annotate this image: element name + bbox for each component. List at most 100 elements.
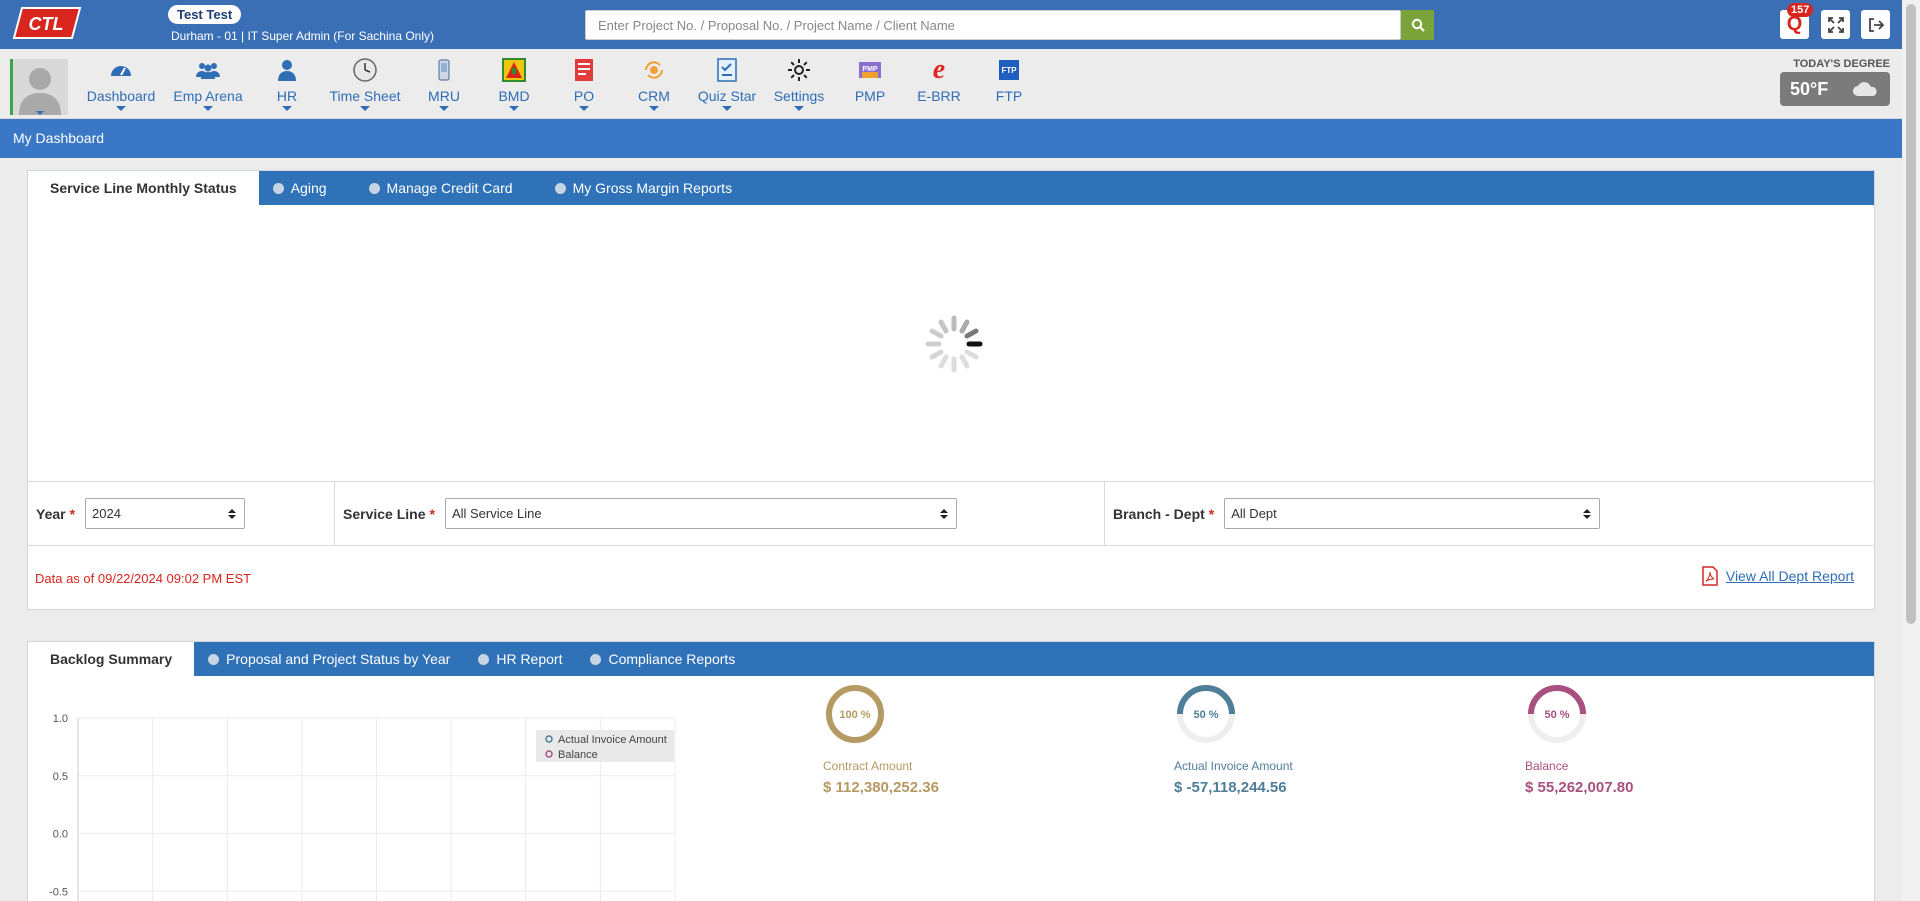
default-user-icon bbox=[19, 68, 61, 115]
radio-dot-icon bbox=[554, 182, 566, 194]
view-all-dept-report[interactable]: View All Dept Report bbox=[1702, 566, 1854, 586]
data-as-of-text: Data as of 09/22/2024 09:02 PM EST bbox=[35, 571, 252, 586]
radio-dot-icon bbox=[208, 653, 220, 665]
kpi-value: $ 55,262,007.80 bbox=[1525, 779, 1634, 796]
loading-spinner-icon bbox=[925, 315, 983, 373]
backlog-panel: Backlog Summary Proposal and Project Sta… bbox=[27, 641, 1875, 901]
tab-service-line-monthly-status[interactable]: Service Line Monthly Status bbox=[28, 171, 259, 205]
weather-temperature: 50°F bbox=[1790, 78, 1829, 99]
status-row: Data as of 09/22/2024 09:02 PM EST View … bbox=[28, 545, 1874, 609]
service-line-label: Service Line bbox=[343, 505, 426, 522]
year-label: Year bbox=[36, 505, 66, 522]
svg-text:PMP: PMP bbox=[862, 66, 878, 73]
tab-hr-report[interactable]: HR Report bbox=[464, 642, 576, 676]
chevron-down-icon bbox=[116, 106, 126, 111]
select-arrows-icon bbox=[228, 508, 237, 519]
select-arrows-icon bbox=[1583, 508, 1592, 519]
legend-label[interactable]: Actual Invoice Amount bbox=[558, 734, 667, 746]
vertical-scrollbar[interactable] bbox=[1902, 0, 1920, 901]
quiz-icon bbox=[717, 58, 737, 82]
global-search-input[interactable] bbox=[585, 10, 1401, 40]
fullscreen-button[interactable] bbox=[1821, 10, 1850, 39]
year-value: 2024 bbox=[92, 506, 121, 521]
nav-label: Time Sheet bbox=[329, 88, 401, 104]
gauge-balance: 50 % bbox=[1528, 685, 1586, 743]
panel2-tabs: Backlog Summary Proposal and Project Sta… bbox=[28, 642, 1874, 676]
service-line-select[interactable]: All Service Line bbox=[444, 498, 957, 529]
kpi-value: $ -57,118,244.56 bbox=[1174, 779, 1287, 796]
logout-button[interactable] bbox=[1861, 10, 1890, 39]
nav-time-sheet[interactable]: Time Sheet bbox=[320, 57, 410, 111]
people-icon bbox=[196, 63, 220, 79]
gauge-actual-invoice-amount: 50 % bbox=[1177, 685, 1235, 743]
search-button[interactable] bbox=[1401, 10, 1434, 40]
nav-label: MRU bbox=[428, 88, 460, 104]
kpi-label: Actual Invoice Amount bbox=[1174, 759, 1293, 773]
radio-dot-icon bbox=[272, 182, 284, 194]
chevron-down-icon bbox=[439, 106, 449, 111]
bmd-icon bbox=[502, 58, 526, 82]
view-all-dept-report-link[interactable]: View All Dept Report bbox=[1726, 568, 1854, 584]
branch-dept-select[interactable]: All Dept bbox=[1224, 498, 1601, 529]
clock-icon bbox=[353, 58, 377, 82]
nav-label: Quiz Star bbox=[697, 88, 757, 104]
tab-gross-margin-reports[interactable]: My Gross Margin Reports bbox=[541, 171, 746, 205]
chevron-down-icon bbox=[282, 106, 292, 111]
notification-count-badge: 157 bbox=[1787, 3, 1814, 17]
nav-label: E-BRR bbox=[917, 88, 961, 104]
tab-label: Compliance Reports bbox=[608, 651, 736, 667]
y-tick-label: 0.0 bbox=[53, 829, 68, 841]
radio-dot-icon bbox=[478, 653, 490, 665]
search-icon bbox=[1411, 18, 1425, 32]
chevron-down-icon bbox=[203, 106, 213, 111]
avatar[interactable] bbox=[10, 59, 68, 115]
cloud-icon bbox=[1853, 82, 1877, 96]
tab-backlog-summary[interactable]: Backlog Summary bbox=[28, 642, 195, 676]
breadcrumb: My Dashboard bbox=[0, 119, 1902, 158]
po-icon bbox=[575, 59, 593, 81]
branch-dept-label: Branch - Dept bbox=[1113, 505, 1205, 522]
chevron-down-icon bbox=[579, 106, 589, 111]
nav-label: HR bbox=[276, 88, 298, 104]
nav-label: Settings bbox=[773, 88, 825, 104]
nav-emp-arena[interactable]: Emp Arena bbox=[163, 57, 253, 111]
tab-manage-credit-card[interactable]: Manage Credit Card bbox=[355, 171, 527, 205]
nav-hr[interactable]: HR bbox=[242, 57, 332, 111]
kpi-label: Contract Amount bbox=[823, 759, 913, 773]
nav-label: FTP bbox=[995, 88, 1023, 104]
radio-dot-icon bbox=[590, 653, 602, 665]
nav-dashboard[interactable]: Dashboard bbox=[76, 57, 166, 111]
filter-row: Year * 2024 Service Line * All Service Lin… bbox=[28, 481, 1874, 545]
gauge-percent-label: 50 % bbox=[1193, 709, 1218, 721]
backlog-chart: 1.0 0.5 0.0 -0.5 Actual Invoice Amount Balanc… bbox=[49, 713, 676, 901]
tab-compliance-reports[interactable]: Compliance Reports bbox=[576, 642, 749, 676]
y-tick-label: 0.5 bbox=[53, 771, 68, 783]
kpi-label: Balance bbox=[1525, 759, 1569, 773]
pmp-icon: PMP bbox=[859, 62, 881, 78]
nav-label: Emp Arena bbox=[173, 88, 243, 104]
branch-dept-filter: Branch - Dept * All Dept bbox=[1105, 482, 1874, 545]
user-name-badge[interactable]: Test Test bbox=[168, 5, 242, 24]
chevron-down-icon bbox=[722, 106, 732, 111]
tab-label: Service Line Monthly Status bbox=[50, 180, 237, 196]
tab-proposal-project-status[interactable]: Proposal and Project Status by Year bbox=[194, 642, 464, 676]
kpi-value: $ 112,380,252.36 bbox=[823, 779, 939, 796]
tab-aging[interactable]: Aging bbox=[259, 171, 341, 205]
branch-dept-value: All Dept bbox=[1231, 506, 1277, 521]
company-logo[interactable]: CTL bbox=[12, 6, 82, 40]
kpi-balance: 50 % Balance $ 55,262,007.80 bbox=[1525, 682, 1745, 796]
year-select[interactable]: 2024 bbox=[85, 498, 246, 529]
scrollbar-thumb[interactable] bbox=[1906, 4, 1916, 624]
nav-label: PO bbox=[573, 88, 595, 104]
select-arrows-icon bbox=[939, 508, 948, 519]
fullscreen-icon bbox=[1827, 16, 1844, 33]
pdf-icon bbox=[1702, 566, 1718, 586]
tab-label: Proposal and Project Status by Year bbox=[226, 651, 451, 667]
tab-label: Manage Credit Card bbox=[386, 180, 513, 196]
gear-icon bbox=[788, 59, 810, 81]
required-mark: * bbox=[69, 505, 76, 522]
nav-ftp[interactable]: FTP FTP bbox=[964, 57, 1054, 104]
chevron-down-icon bbox=[360, 106, 370, 111]
phone-icon bbox=[438, 59, 450, 81]
legend-label[interactable]: Balance bbox=[558, 749, 598, 761]
